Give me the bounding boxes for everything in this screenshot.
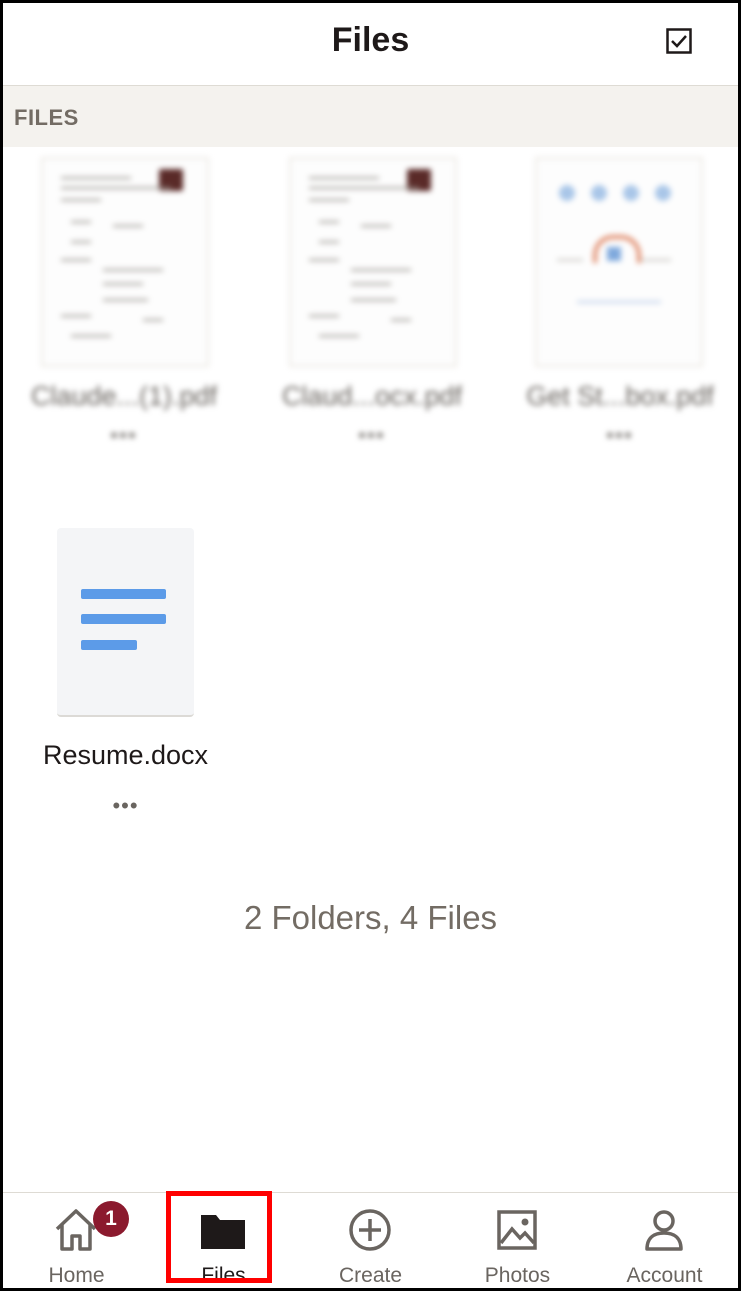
section-header: FILES [3,86,738,147]
more-options-button[interactable]: ••• [505,425,735,448]
tab-files[interactable]: Files [150,1193,297,1288]
notification-badge: 1 [93,1201,129,1237]
tab-label: Account [626,1264,703,1287]
file-name: Claud...ocx.pdf [281,381,463,411]
plus-circle-icon [349,1209,391,1251]
file-thumbnail [257,147,487,367]
tab-account[interactable]: Account [591,1193,738,1288]
tab-label: Create [338,1264,403,1287]
file-thumbnail-resume[interactable] [57,528,194,717]
page-title: Files [331,21,410,59]
file-name: Get St...box.pdf [526,381,714,411]
section-label: FILES [14,105,79,130]
more-options-button[interactable]: ••• [9,425,239,448]
file-thumbnail [9,147,239,367]
checkbox-icon [666,28,692,54]
tab-photos[interactable]: Photos [444,1193,591,1288]
select-checkbox-button[interactable] [666,28,692,54]
person-icon [645,1210,683,1251]
tab-label: Home [48,1264,105,1287]
folder-icon [201,1215,245,1249]
files-screen: Files FILES Claude...(1).pdf ••• Claud..… [3,3,738,1288]
more-options-button[interactable]: ••• [257,425,487,448]
folder-file-count: 2 Folders, 4 Files [243,899,498,936]
file-thumbnail [505,147,735,367]
image-icon [497,1210,537,1250]
tab-home[interactable]: 1 Home [3,1193,150,1288]
file-name[interactable]: Resume.docx [3,740,248,771]
tab-create[interactable]: Create [297,1193,444,1288]
file-name: Claude...(1).pdf [30,381,218,411]
tab-label: Files [201,1264,246,1287]
tab-label: Photos [484,1264,551,1287]
header-bar: Files [3,3,738,86]
more-options-button[interactable]: ••• [3,793,248,819]
bottom-tab-bar: 1 Home Files Create Photos Account [3,1192,738,1288]
